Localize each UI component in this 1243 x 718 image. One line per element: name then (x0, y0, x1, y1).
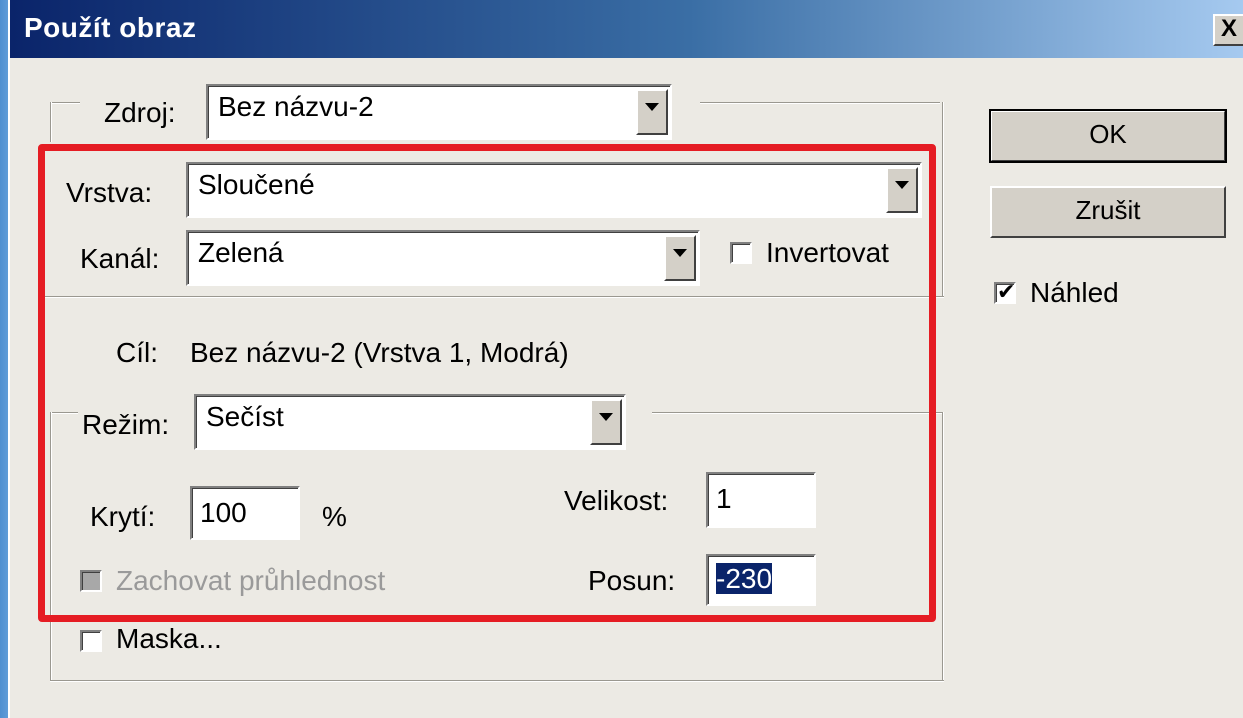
source-value: Bez názvu-2 (218, 91, 374, 122)
preview-checkbox[interactable]: ✔ (994, 279, 1016, 304)
dialog-title: Použít obraz (24, 12, 197, 43)
highlight-frame (38, 144, 936, 622)
cancel-button[interactable]: Zrušit (990, 186, 1226, 238)
source-group-border-top-left (50, 102, 80, 104)
source-group-border-bottom (936, 296, 944, 298)
close-button[interactable]: X (1213, 14, 1243, 46)
source-label: Zdroj: (104, 97, 176, 128)
preview-label[interactable]: Náhled (1030, 276, 1119, 310)
blending-group-border-bottom (50, 680, 944, 682)
mask-label[interactable]: Maska... (116, 622, 222, 656)
mask-checkbox[interactable] (80, 630, 102, 652)
source-group-border-left (50, 102, 52, 142)
blending-group-border-right (942, 412, 944, 682)
source-group-border-right (942, 102, 944, 298)
checkmark-icon: ✔ (997, 279, 1016, 304)
title-bar[interactable]: Použít obraz X (10, 0, 1243, 58)
chevron-down-icon[interactable] (636, 89, 668, 135)
ok-button[interactable]: OK (989, 109, 1227, 163)
source-group-border-top-right (700, 102, 940, 104)
apply-image-dialog: Použít obraz X Zdroj: Bez názvu-2 Vrstva… (8, 0, 1243, 718)
close-icon: X (1220, 15, 1237, 42)
source-select[interactable]: Bez názvu-2 (206, 84, 672, 140)
